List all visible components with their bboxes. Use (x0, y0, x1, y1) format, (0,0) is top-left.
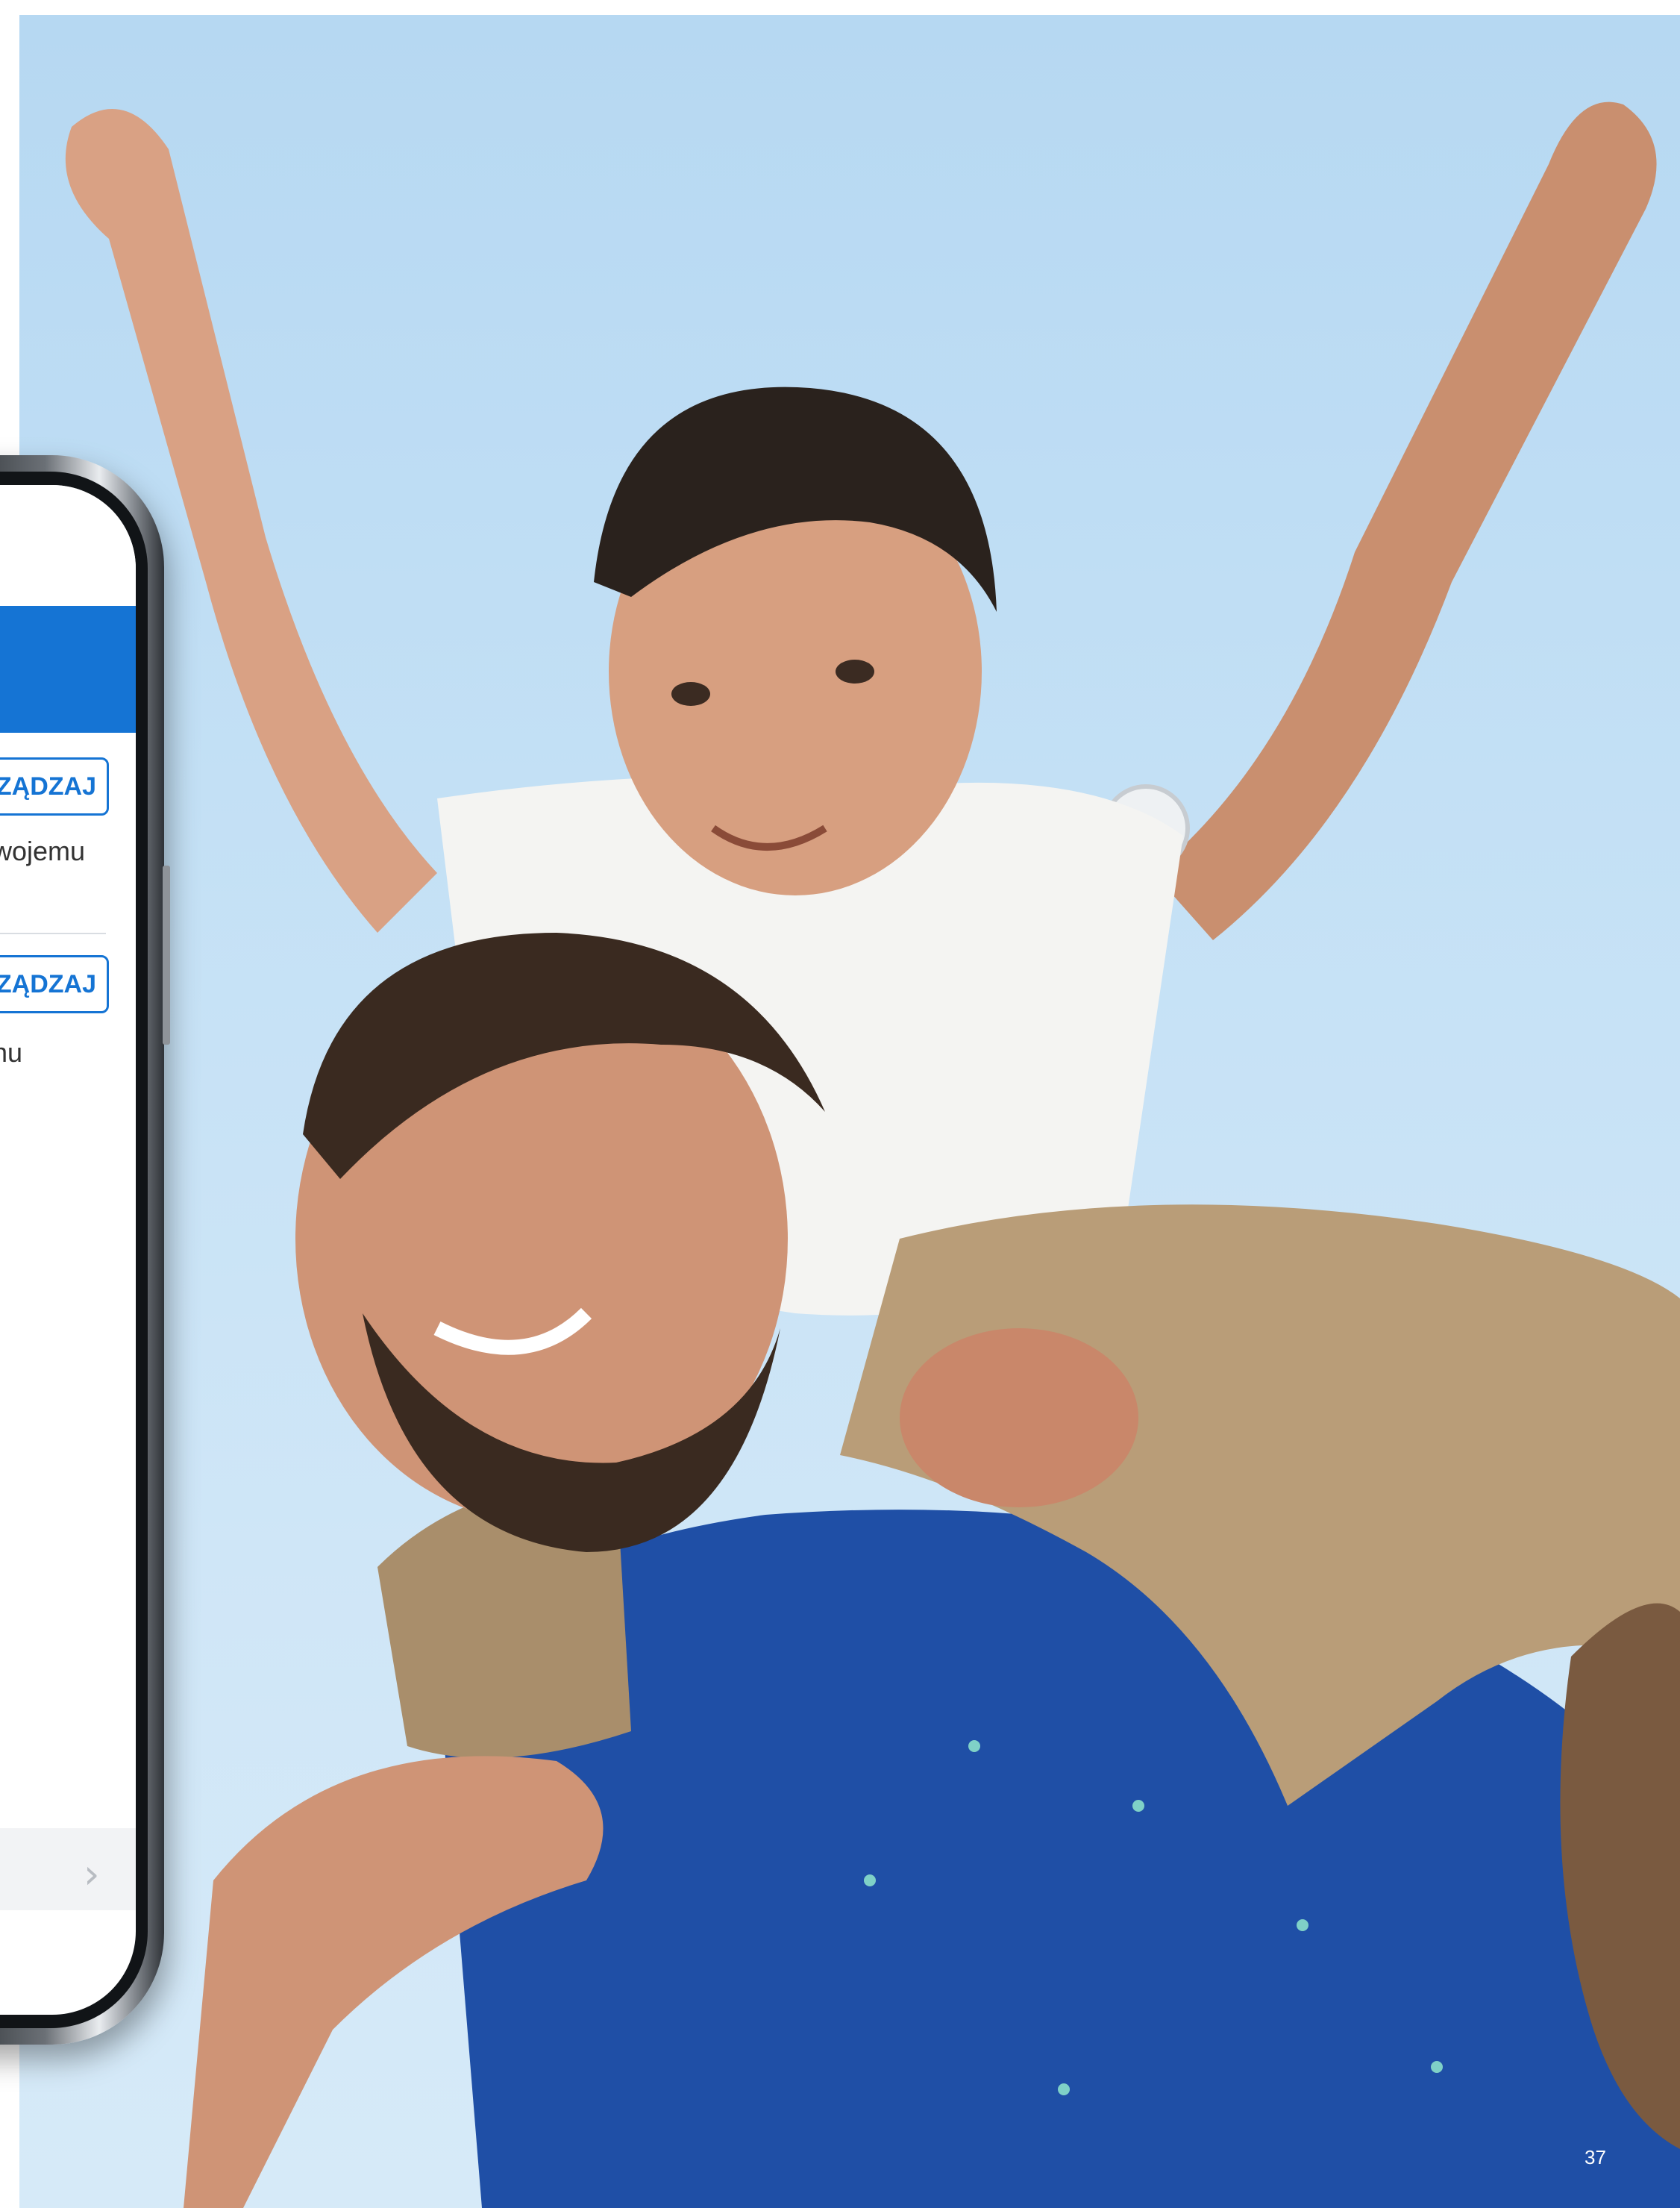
manage-button-2[interactable]: ZĄDZAJ (0, 955, 109, 1013)
page-number: 37 (1585, 2146, 1606, 2168)
hero-photo (19, 15, 1680, 2208)
chevron-right-icon: › (84, 1851, 100, 1898)
phone-screen: ZĄDZAJ wojemu ZĄDZAJ nu (0, 485, 136, 2015)
list-divider (0, 933, 106, 934)
page-top-margin (0, 0, 1680, 15)
manage-button-1[interactable]: ZĄDZAJ (0, 757, 109, 816)
father-son-illustration (65, 101, 1680, 2208)
item-1-description: wojemu (0, 836, 86, 866)
list-row-bottom[interactable] (0, 1828, 136, 1910)
item-2-description: nu (0, 1037, 23, 1068)
phone-side-button (163, 866, 170, 1045)
status-bar-area (0, 485, 136, 604)
app-header-bar (0, 606, 136, 733)
